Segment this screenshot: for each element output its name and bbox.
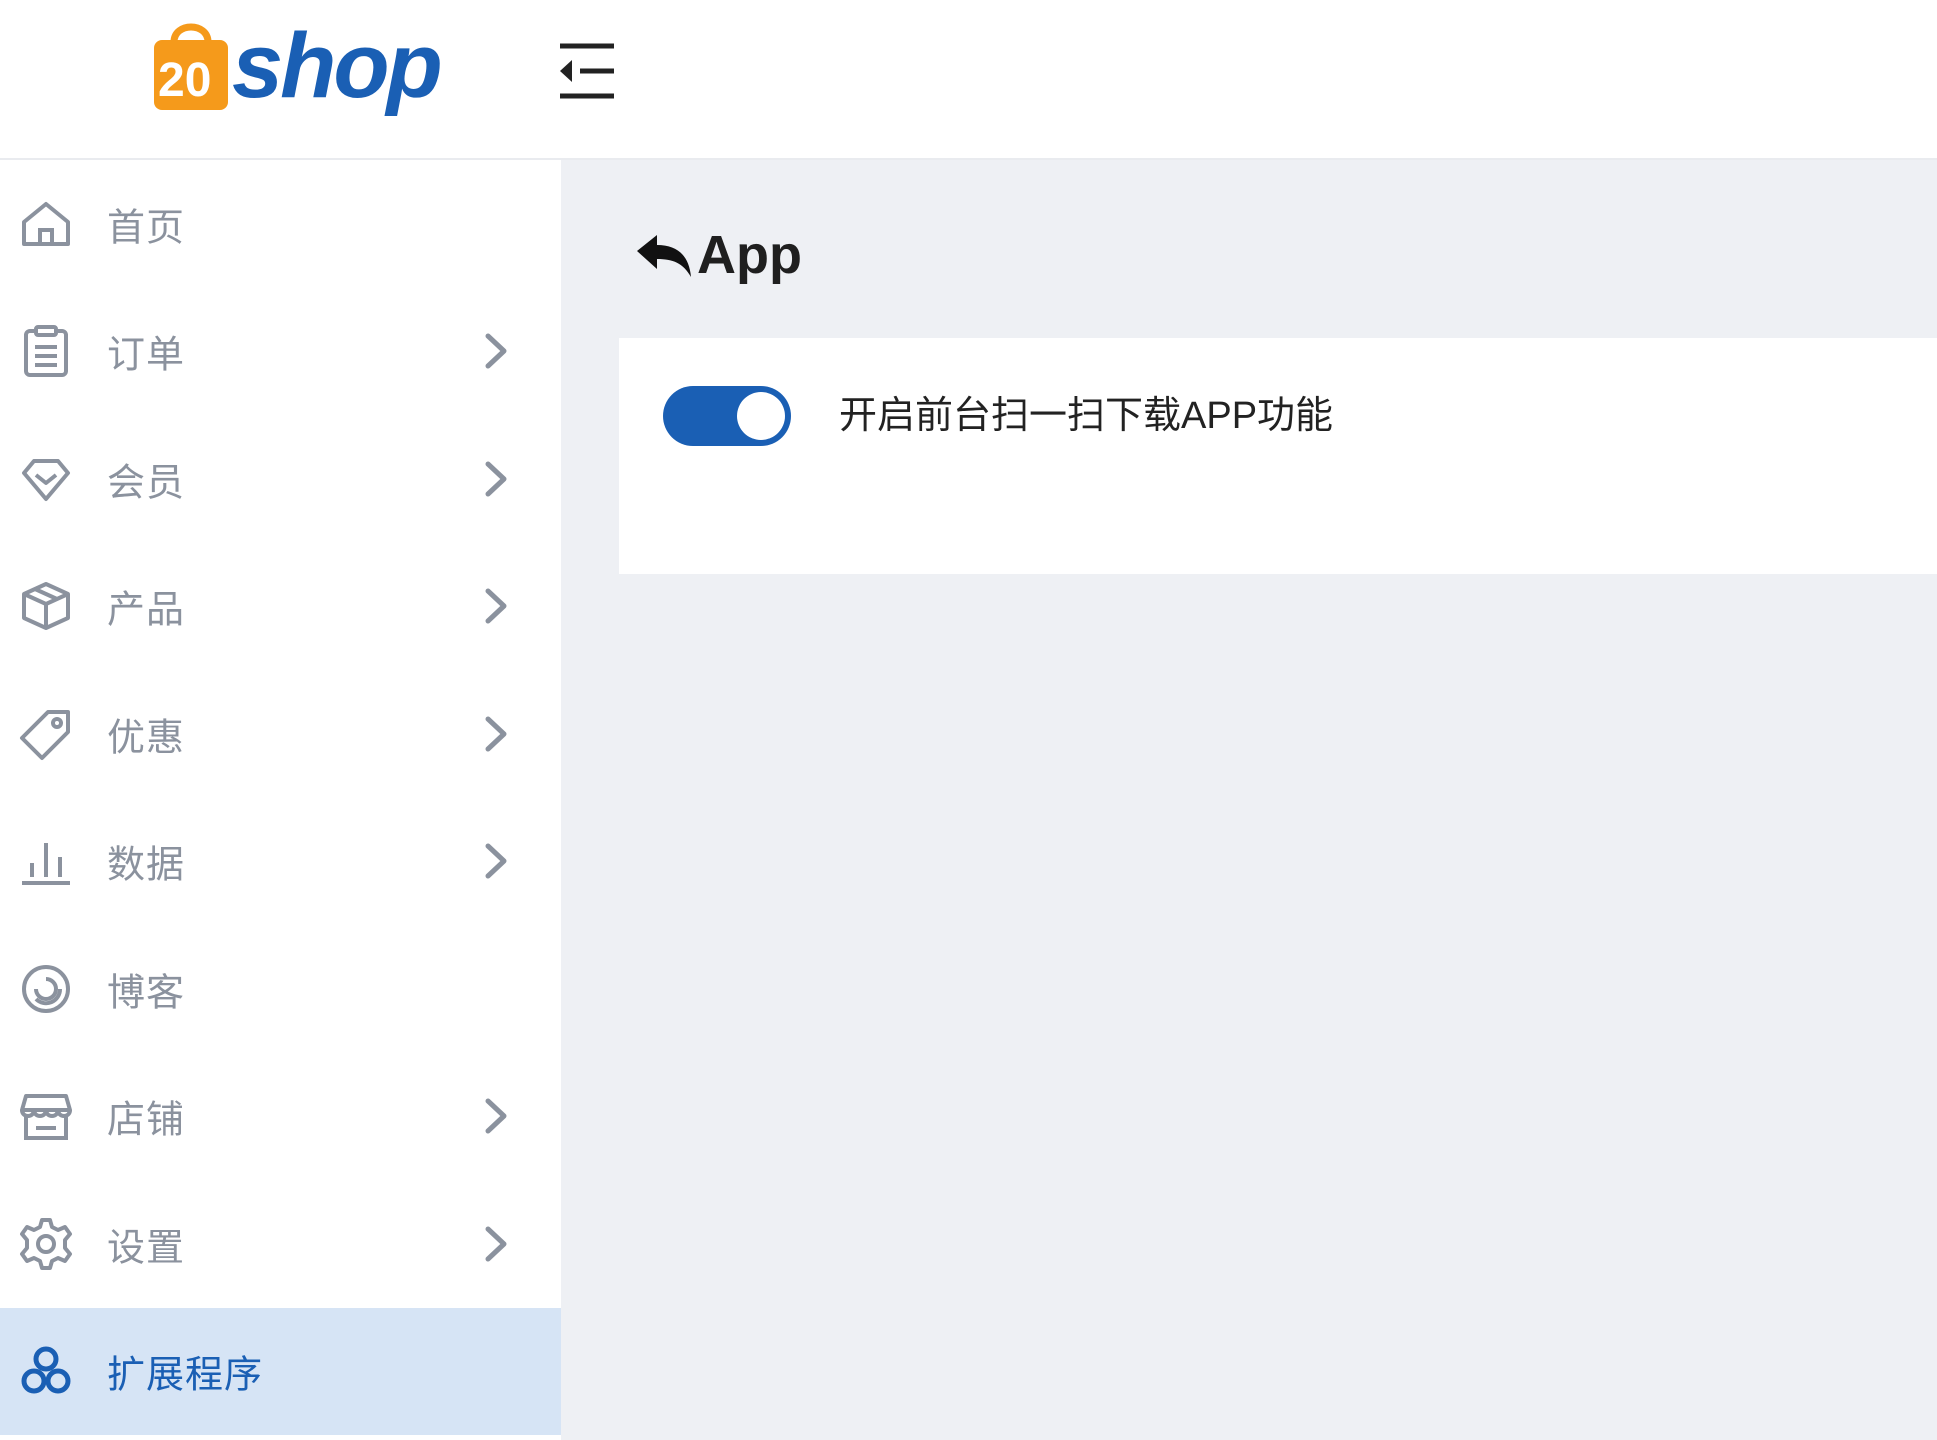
chevron-right-icon xyxy=(485,461,507,497)
sidebar-item-label: 扩展程序 xyxy=(107,1354,264,1397)
chevron-right-icon xyxy=(485,588,507,624)
sidebar-item-products[interactable]: 产品 xyxy=(0,543,561,671)
logo-badge-text: 20 xyxy=(158,54,211,107)
sidebar-item-promotions[interactable]: 优惠 xyxy=(0,670,561,798)
page-title: App xyxy=(633,220,802,290)
sidebar-item-label: 会员 xyxy=(107,462,186,505)
box-icon xyxy=(22,582,70,631)
sidebar-item-label: 订单 xyxy=(107,334,186,377)
target-icon xyxy=(22,964,70,1013)
chevron-right-icon xyxy=(485,333,507,369)
chevron-right-icon xyxy=(485,843,507,879)
chevron-right-icon xyxy=(485,716,507,752)
main-content: App 开启前台扫一扫下载APP功能 xyxy=(561,160,1937,1440)
sidebar-item-data[interactable]: 数据 xyxy=(0,798,561,926)
sidebar-item-blog[interactable]: 博客 xyxy=(0,925,561,1053)
page-title-text: App xyxy=(697,225,802,285)
shopping-bag-logo-icon: 20 xyxy=(154,23,228,110)
settings-card: 开启前台扫一扫下载APP功能 xyxy=(619,338,1937,574)
app-root: 20 shop 首页 订单 会员 产品 优惠 数据 博客 店铺 设置 扩展程序 … xyxy=(0,0,1937,1440)
chevron-right-icon xyxy=(485,1226,507,1262)
sidebar-item-label: 博客 xyxy=(107,972,186,1015)
sidebar-item-label: 首页 xyxy=(107,207,186,250)
menu-collapse-icon[interactable] xyxy=(556,40,618,102)
logo-wordmark: shop xyxy=(232,15,443,117)
chevron-right-icon xyxy=(485,1098,507,1134)
sidebar-item-settings[interactable]: 设置 xyxy=(0,1180,561,1308)
sidebar-item-home[interactable]: 首页 xyxy=(0,160,561,288)
gear-icon xyxy=(20,1217,72,1270)
home-icon xyxy=(22,201,70,246)
tag-icon xyxy=(20,709,70,760)
app-download-toggle[interactable] xyxy=(663,386,791,446)
back-arrow-icon[interactable] xyxy=(633,229,693,281)
bar-chart-icon xyxy=(22,843,70,886)
sidebar-item-label: 店铺 xyxy=(107,1099,186,1142)
brand-logo[interactable]: 20 shop xyxy=(150,14,450,124)
sidebar-item-label: 优惠 xyxy=(107,717,186,760)
extensions-icon xyxy=(21,1346,71,1394)
sidebar-item-label: 产品 xyxy=(107,589,186,632)
toggle-knob xyxy=(737,392,785,440)
sidebar-item-orders[interactable]: 订单 xyxy=(0,288,561,416)
sidebar-item-label: 设置 xyxy=(107,1227,186,1270)
clipboard-icon xyxy=(24,325,68,378)
sidebar-nav: 首页 订单 会员 产品 优惠 数据 博客 店铺 设置 扩展程序 xyxy=(0,160,561,1440)
sidebar-item-label: 数据 xyxy=(107,844,186,887)
top-header: 20 shop xyxy=(0,0,1937,160)
diamond-icon xyxy=(22,458,70,501)
sidebar-item-members[interactable]: 会员 xyxy=(0,415,561,543)
sidebar-item-store[interactable]: 店铺 xyxy=(0,1053,561,1181)
sidebar-item-extensions[interactable]: 扩展程序 xyxy=(0,1307,561,1435)
app-download-toggle-label: 开启前台扫一扫下载APP功能 xyxy=(839,395,1334,437)
store-icon xyxy=(20,1094,72,1141)
